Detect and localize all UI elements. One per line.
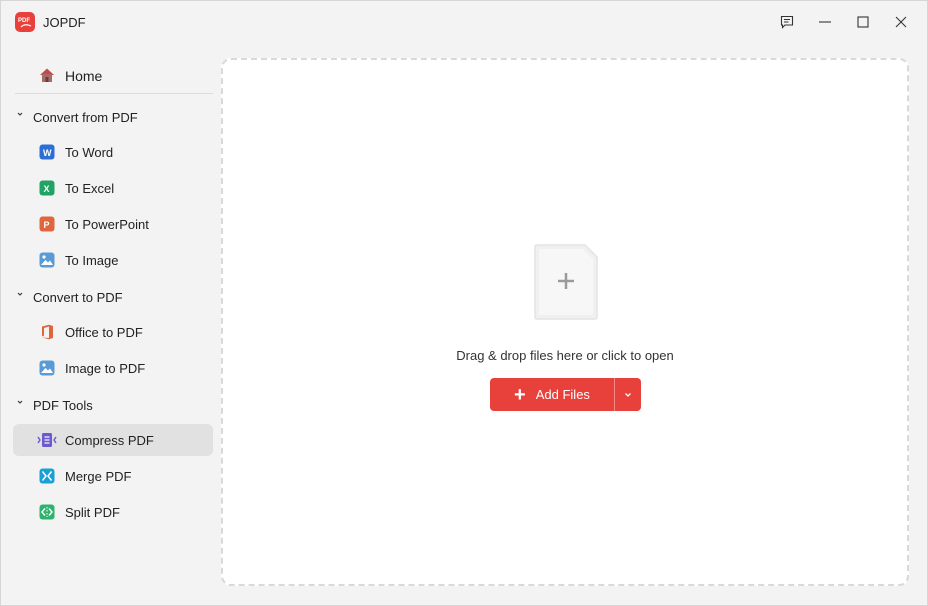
section-pdf-tools[interactable]: PDF Tools	[13, 393, 213, 417]
add-files-dropdown-button[interactable]	[615, 378, 641, 411]
sidebar-item-merge-pdf[interactable]: Merge PDF	[13, 460, 213, 492]
sidebar-item-label: Split PDF	[65, 505, 120, 520]
svg-text:W: W	[43, 148, 52, 158]
sidebar-item-office-to-pdf[interactable]: Office to PDF	[13, 316, 213, 348]
sidebar-item-split-pdf[interactable]: Split PDF	[13, 496, 213, 528]
image-icon	[39, 252, 55, 268]
section-convert-from-pdf[interactable]: Convert from PDF	[13, 105, 213, 129]
logo-text: PDF	[18, 18, 30, 24]
minimize-icon	[819, 21, 831, 23]
excel-icon: X	[39, 180, 55, 196]
app-window: PDF JOPDF Home Convert from PDF W To Wor…	[0, 0, 928, 606]
word-icon: W	[39, 144, 55, 160]
sidebar-item-label: Merge PDF	[65, 469, 132, 484]
sidebar-item-label: Office to PDF	[65, 325, 143, 340]
sidebar-item-home[interactable]: Home	[13, 59, 213, 91]
sidebar-item-label: To PowerPoint	[65, 217, 149, 232]
close-button[interactable]	[886, 7, 916, 37]
chevron-down-icon	[17, 400, 23, 404]
feedback-button[interactable]	[772, 7, 802, 37]
chevron-down-icon	[17, 112, 23, 116]
section-label: Convert to PDF	[33, 290, 123, 305]
title-bar: PDF JOPDF	[1, 1, 927, 43]
sidebar: Home Convert from PDF W To Word X To Exc…	[1, 57, 221, 537]
sidebar-item-image-to-pdf[interactable]: Image to PDF	[13, 352, 213, 384]
svg-text:P: P	[44, 220, 50, 230]
maximize-icon	[857, 16, 869, 28]
sidebar-item-compress-pdf[interactable]: Compress PDF	[13, 424, 213, 456]
compress-icon	[37, 432, 57, 448]
close-icon	[895, 16, 907, 28]
minimize-button[interactable]	[810, 7, 840, 37]
sidebar-item-to-word[interactable]: W To Word	[13, 136, 213, 168]
sidebar-item-label: Compress PDF	[65, 433, 154, 448]
add-files-button[interactable]: + Add Files	[490, 378, 614, 411]
app-logo-icon: PDF	[15, 12, 35, 32]
svg-text:X: X	[44, 184, 50, 194]
section-label: Convert from PDF	[33, 110, 138, 125]
image-icon	[39, 360, 55, 376]
office-icon	[39, 324, 55, 340]
sidebar-item-to-image[interactable]: To Image	[13, 244, 213, 276]
add-files-button-group: + Add Files	[490, 378, 641, 411]
add-files-label: Add Files	[535, 387, 590, 402]
add-file-icon[interactable]	[533, 243, 599, 321]
section-convert-to-pdf[interactable]: Convert to PDF	[13, 285, 213, 309]
section-label: PDF Tools	[33, 398, 93, 413]
plus-icon: +	[514, 383, 526, 406]
drop-instructions: Drag & drop files here or click to open	[456, 348, 674, 363]
app-title: JOPDF	[43, 15, 86, 30]
split-icon	[39, 504, 55, 520]
home-icon	[39, 67, 55, 83]
sidebar-item-label: Image to PDF	[65, 361, 146, 376]
merge-icon	[39, 468, 55, 484]
sidebar-item-label: To Excel	[65, 181, 115, 196]
maximize-button[interactable]	[848, 7, 878, 37]
sidebar-item-label: To Image	[65, 253, 119, 268]
chevron-down-icon	[17, 292, 23, 296]
sidebar-divider	[15, 93, 213, 94]
feedback-icon	[780, 15, 794, 29]
sidebar-item-label: Home	[65, 68, 103, 84]
chevron-down-icon	[625, 392, 631, 397]
powerpoint-icon: P	[39, 216, 55, 232]
sidebar-item-label: To Word	[65, 145, 114, 160]
file-drop-zone[interactable]: Drag & drop files here or click to open …	[221, 58, 909, 586]
sidebar-item-to-powerpoint[interactable]: P To PowerPoint	[13, 208, 213, 240]
sidebar-item-to-excel[interactable]: X To Excel	[13, 172, 213, 204]
